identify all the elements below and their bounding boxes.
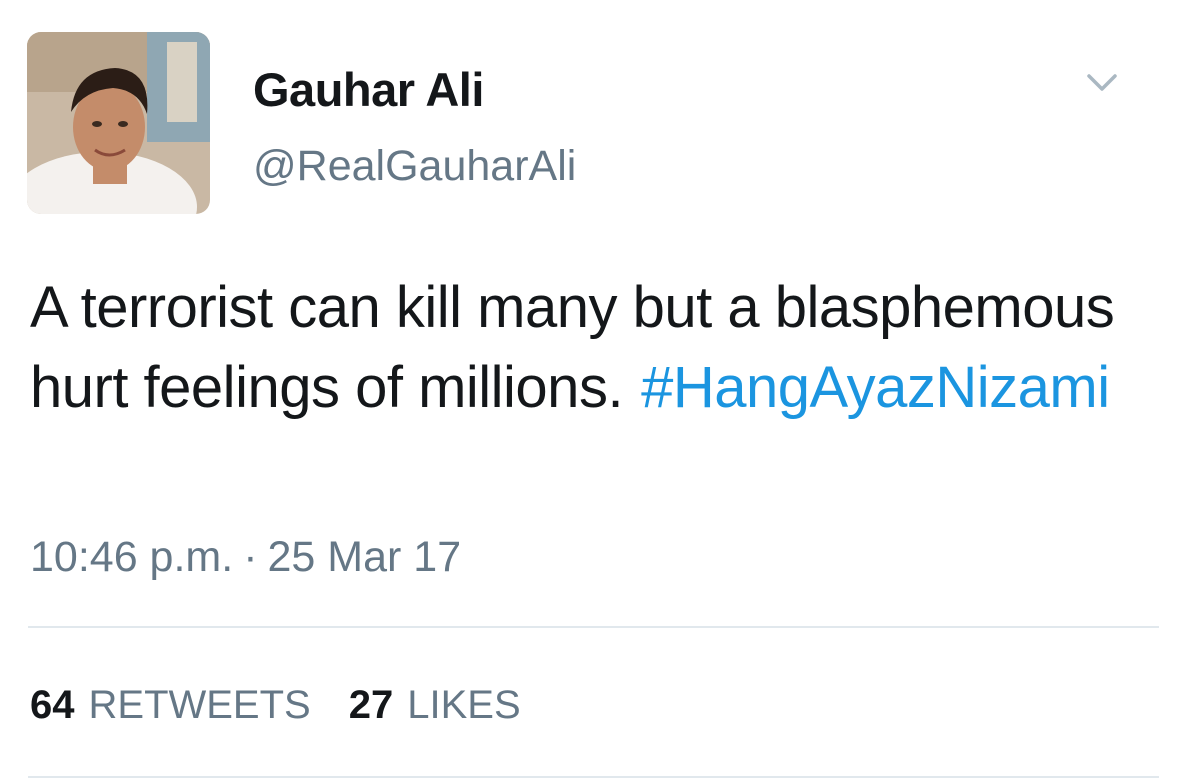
divider [28, 626, 1159, 628]
tweet-timestamp[interactable]: 10:46 p.m. · 25 Mar 17 [30, 533, 461, 582]
profile-photo [27, 32, 210, 214]
tweet-stats: 64 RETWEETS 27 LIKES [30, 683, 521, 728]
likes-label: LIKES [407, 683, 521, 727]
likes-count: 27 [348, 683, 394, 727]
chevron-down-icon[interactable] [1085, 68, 1119, 98]
tweet-date: 25 Mar 17 [267, 533, 462, 581]
tweet-text: A terrorist can kill many but a blasphem… [30, 268, 1170, 428]
tweet-time: 10:46 p.m. [30, 533, 234, 581]
timestamp-separator: · [243, 533, 258, 581]
likes-stat[interactable]: 27 LIKES [349, 683, 521, 727]
divider [28, 776, 1159, 778]
hashtag-link[interactable]: #HangAyazNizami [641, 355, 1110, 420]
retweets-label: RETWEETS [88, 683, 311, 727]
avatar[interactable] [27, 32, 210, 214]
display-name[interactable]: Gauhar Ali [253, 62, 484, 117]
user-handle[interactable]: @RealGauharAli [253, 142, 576, 191]
retweets-count: 64 [30, 683, 75, 727]
retweets-stat[interactable]: 64 RETWEETS [30, 683, 311, 727]
